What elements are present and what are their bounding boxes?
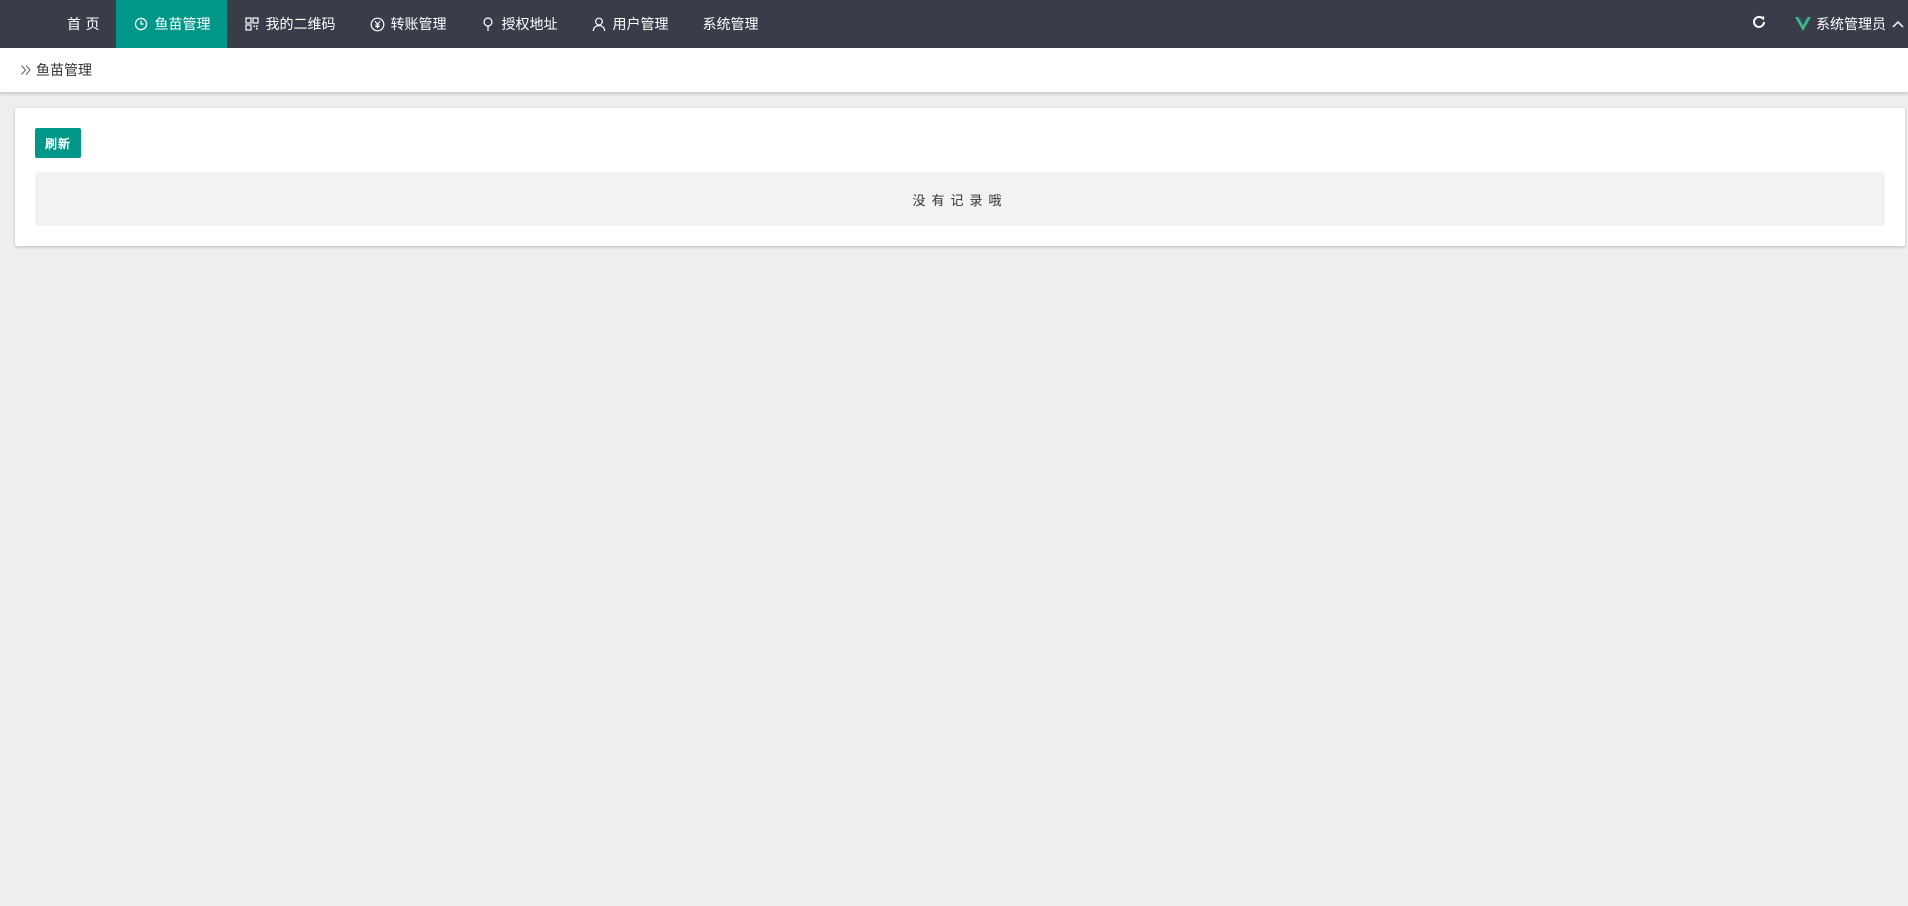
nav-item-home[interactable]: 首 页 [50,0,116,48]
yen-icon [369,16,385,32]
fish-icon [133,16,149,32]
location-pin-icon [480,16,496,32]
double-chevron-right-icon [20,64,32,76]
main-nav: 首 页 鱼苗管理 我的二维码 转账管理 授权地址 用户管理 系统管理 [50,0,775,48]
nav-item-label: 我的二维码 [265,17,336,33]
nav-item-label: 系统管理 [702,17,759,33]
empty-table-message: 没有记录哦 [35,172,1885,226]
nav-item-transfer-management[interactable]: 转账管理 [352,0,463,48]
user-menu[interactable]: 系统管理员 [1795,0,1908,48]
qrcode-icon [244,16,260,32]
content-card: 刷新 没有记录哦 [15,108,1905,246]
nav-item-authorized-address[interactable]: 授权地址 [463,0,574,48]
vue-logo-icon [1795,17,1811,31]
nav-item-user-management[interactable]: 用户管理 [574,0,685,48]
nav-item-label: 鱼苗管理 [154,17,211,33]
breadcrumb: 鱼苗管理 [0,48,1908,92]
chevron-up-icon [1892,20,1904,28]
top-navigation-bar: 首 页 鱼苗管理 我的二维码 转账管理 授权地址 用户管理 系统管理 系统管理员 [0,0,1908,48]
user-icon [591,16,607,32]
nav-item-label: 授权地址 [501,17,558,33]
nav-item-label: 用户管理 [612,17,669,33]
refresh-button[interactable]: 刷新 [35,128,82,158]
breadcrumb-current: 鱼苗管理 [36,63,92,79]
nav-item-label: 转账管理 [390,17,447,33]
header-refresh-button[interactable] [1741,0,1777,48]
nav-item-fish-management[interactable]: 鱼苗管理 [116,0,228,48]
header-right-tools: 系统管理员 [1741,0,1908,48]
refresh-icon [1751,14,1767,34]
user-name: 系统管理员 [1816,17,1886,33]
nav-item-my-qrcode[interactable]: 我的二维码 [227,0,352,48]
nav-item-label: 首 页 [67,17,100,33]
nav-item-system-management[interactable]: 系统管理 [685,0,775,48]
